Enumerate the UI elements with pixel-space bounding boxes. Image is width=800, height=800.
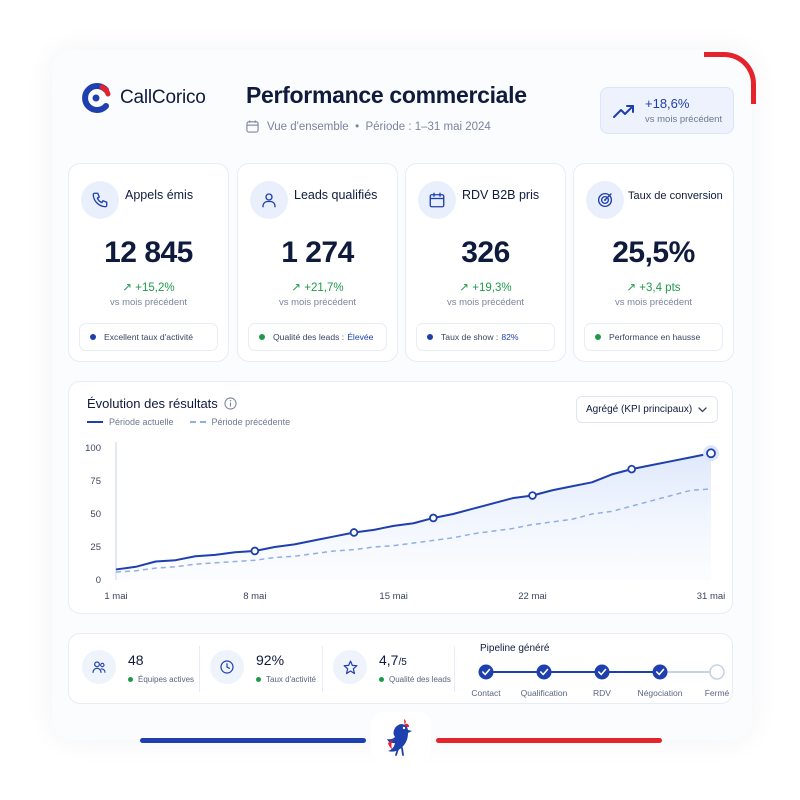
stat-label: Qualité des leads: [379, 675, 451, 684]
kpi-value: 1 274: [281, 236, 354, 269]
x-tick-label: 8 mai: [243, 591, 266, 602]
data-point: [627, 464, 636, 474]
kpi-footer-highlight: Élevée: [347, 332, 374, 342]
pipeline-step-label: Qualification: [520, 688, 568, 698]
kpi-footer: Performance en hausse: [584, 323, 723, 351]
kpi-footer-text: Performance en hausse: [609, 332, 701, 342]
kpi-footer-highlight: 82%: [501, 332, 519, 342]
y-tick-label: 0: [96, 575, 101, 586]
kpi-delta: ↗ +19,3%: [459, 282, 512, 294]
footer-bar-red: [436, 738, 662, 743]
data-point: [429, 513, 438, 523]
line-chart[interactable]: 0 25 50 75 100 1 mai 8 mai 15 mai 22 mai 31 mai: [69, 382, 734, 615]
growth-badge: +18,6% vs mois précédent: [600, 87, 734, 134]
y-tick-label: 75: [90, 476, 101, 487]
summary-stats-bar: 48 Équipes actives 92% Taux d'activité 4…: [68, 633, 733, 704]
data-point: [706, 448, 716, 459]
subtitle-text: Vue d'ensemble • Période : 1–31 mai 2024: [267, 120, 491, 133]
stat-activity: 92% Taux d'activité: [210, 650, 316, 684]
data-point: [349, 528, 359, 537]
results-chart-card: Évolution des résultats Période actuelle…: [68, 381, 733, 614]
team-icon: [82, 650, 116, 684]
x-tick-label: 15 mai: [379, 591, 408, 602]
user-icon: [250, 181, 288, 219]
kpi-title: Taux de conversion: [628, 190, 723, 202]
kpi-delta: ↗ +3,4 pts: [626, 282, 681, 294]
pipeline-steps: [478, 664, 725, 680]
stat-value: 4,7/5: [379, 652, 407, 668]
clock-icon: [210, 650, 244, 684]
divider: [199, 646, 200, 692]
y-tick-label: 100: [85, 443, 101, 454]
target-icon: [586, 181, 624, 219]
data-point: [528, 491, 537, 500]
pipeline-step-label: RDV: [593, 688, 611, 698]
page-title: Performance commerciale: [246, 82, 527, 108]
pipeline-step-pending: [709, 664, 725, 680]
y-tick-label: 25: [90, 542, 101, 553]
data-point: [250, 546, 260, 556]
kpi-comparison: vs mois précédent: [614, 297, 693, 308]
growth-value: +18,6%: [645, 96, 690, 111]
status-dot: [259, 334, 265, 340]
kpi-comparison: vs mois précédent: [109, 297, 188, 308]
status-dot: [427, 334, 433, 340]
x-tick-label: 22 mai: [518, 591, 547, 602]
kpi-footer-text: Taux de show :: [441, 332, 499, 342]
kpi-value: 25,5%: [612, 236, 695, 269]
divider: [454, 646, 455, 692]
footer-bar-blue: [140, 738, 366, 743]
pipeline-step-label: Fermé: [704, 688, 730, 698]
growth-caption: vs mois précédent: [645, 114, 723, 125]
stat-teams: 48 Équipes actives: [82, 650, 194, 684]
star-icon: [333, 650, 367, 684]
kpi-footer: Excellent taux d'activité: [79, 323, 218, 351]
status-dot: [595, 334, 601, 340]
calendar-icon: [246, 120, 259, 133]
kpi-comparison: vs mois précédent: [278, 297, 357, 308]
stat-lead-quality: 4,7/5 Qualité des leads: [333, 650, 451, 684]
trend-up-icon: [613, 104, 634, 118]
callcorico-logo-icon: [82, 83, 111, 113]
kpi-title: Appels émis: [125, 188, 194, 202]
brand-name: CallCorico: [120, 87, 206, 108]
kpi-title: RDV B2B pris: [462, 188, 540, 202]
kpi-card-leads[interactable]: Leads qualifiés 1 274 ↗ +21,7% vs mois p…: [237, 163, 398, 362]
kpi-value: 12 845: [104, 236, 193, 269]
pipeline-step-done: [652, 664, 668, 680]
rooster-icon: [371, 712, 431, 762]
y-tick-label: 50: [90, 509, 101, 520]
period-subtitle: Vue d'ensemble • Période : 1–31 mai 2024: [246, 120, 491, 133]
kpi-card-meetings[interactable]: RDV B2B pris 326 ↗ +19,3% vs mois précéd…: [405, 163, 566, 362]
phone-icon: [81, 181, 119, 219]
divider: [322, 646, 323, 692]
kpi-value: 326: [461, 236, 510, 269]
pipeline-step-label: Contact: [471, 688, 501, 698]
kpi-footer: Taux de show : 82%: [416, 323, 555, 351]
kpi-delta: ↗ +15,2%: [122, 282, 175, 294]
stat-label: Équipes actives: [128, 675, 194, 684]
kpi-card-conversion[interactable]: Taux de conversion 25,5% ↗ +3,4 pts vs m…: [573, 163, 734, 362]
kpi-title: Leads qualifiés: [294, 188, 378, 202]
kpi-card-calls[interactable]: Appels émis 12 845 ↗ +15,2% vs mois préc…: [68, 163, 229, 362]
kpi-delta: ↗ +21,7%: [291, 282, 344, 294]
pipeline-step-done: [478, 664, 494, 680]
status-dot: [90, 334, 96, 340]
stat-value: 48: [128, 652, 144, 668]
kpi-footer: Qualité des leads : Élevée: [248, 323, 387, 351]
kpi-footer-text: Excellent taux d'activité: [104, 332, 194, 342]
kpi-footer-text: Qualité des leads :: [273, 332, 345, 342]
kpi-comparison: vs mois précédent: [446, 297, 525, 308]
pipeline-step-label: Négociation: [637, 688, 683, 698]
pipeline-title: Pipeline généré: [480, 643, 550, 654]
calendar-icon: [418, 181, 456, 219]
pipeline-step-done: [536, 664, 552, 680]
x-tick-label: 31 mai: [697, 591, 726, 602]
stat-value: 92%: [256, 652, 285, 668]
x-tick-label: 1 mai: [104, 591, 127, 602]
pipeline-step-done: [594, 664, 610, 680]
stat-label: Taux d'activité: [256, 675, 316, 684]
brand-logo[interactable]: CallCorico: [80, 82, 206, 114]
